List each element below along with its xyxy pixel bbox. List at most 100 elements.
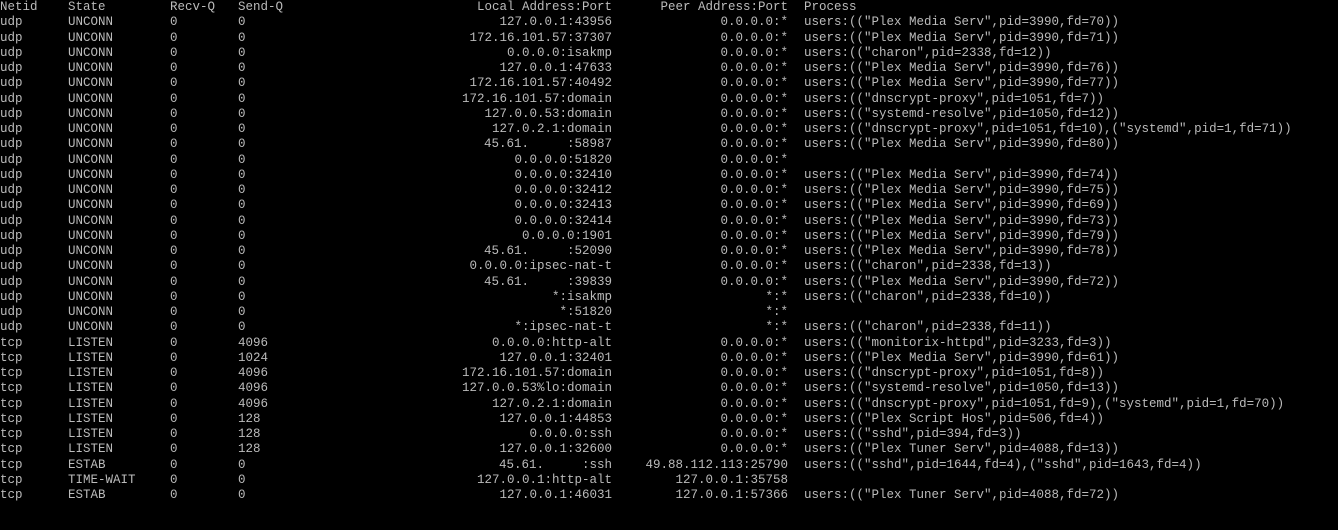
cell-peer-address: 0.0.0.0:* — [628, 214, 804, 229]
cell-peer-address: 0.0.0.0:* — [628, 137, 804, 152]
cell-netid: udp — [0, 259, 68, 274]
cell-process: users:(("Plex Media Serv",pid=3990,fd=72… — [804, 275, 1119, 290]
cell-netid: udp — [0, 46, 68, 61]
cell-sendq: 0 — [238, 137, 338, 152]
cell-sendq: 0 — [238, 214, 338, 229]
cell-sendq: 0 — [238, 259, 338, 274]
hdr-sendq: Send-Q — [238, 0, 338, 15]
cell-peer-address: 0.0.0.0:* — [628, 397, 804, 412]
cell-recvq: 0 — [170, 397, 238, 412]
table-row: udpUNCONN000.0.0.0:324140.0.0.0:*users:(… — [0, 214, 1338, 229]
cell-process: users:(("Plex Media Serv",pid=3990,fd=71… — [804, 31, 1119, 46]
table-row: udpUNCONN000.0.0.0:324130.0.0.0:*users:(… — [0, 198, 1338, 213]
cell-local-address: 127.0.0.1:46031 — [338, 488, 628, 503]
cell-recvq: 0 — [170, 305, 238, 320]
cell-sendq: 0 — [238, 15, 338, 30]
cell-netid: udp — [0, 320, 68, 335]
cell-sendq: 0 — [238, 168, 338, 183]
cell-local-address: 172.16.101.57:40492 — [338, 76, 628, 91]
cell-netid: tcp — [0, 381, 68, 396]
cell-sendq: 0 — [238, 153, 338, 168]
cell-local-address: 45.61.:58987 — [338, 137, 628, 152]
cell-peer-address: 0.0.0.0:* — [628, 92, 804, 107]
redacted-ip — [544, 458, 582, 469]
cell-state: LISTEN — [68, 381, 170, 396]
cell-peer-address: 0.0.0.0:* — [628, 351, 804, 366]
cell-netid: udp — [0, 275, 68, 290]
cell-sendq: 0 — [238, 473, 338, 488]
cell-process: users:(("Plex Media Serv",pid=3990,fd=61… — [804, 351, 1119, 366]
cell-peer-address: 0.0.0.0:* — [628, 412, 804, 427]
cell-state: UNCONN — [68, 46, 170, 61]
cell-state: LISTEN — [68, 351, 170, 366]
cell-local-address: 0.0.0.0:ssh — [338, 427, 628, 442]
cell-sendq: 4096 — [238, 366, 338, 381]
cell-netid: udp — [0, 107, 68, 122]
cell-state: UNCONN — [68, 259, 170, 274]
cell-peer-address: 0.0.0.0:* — [628, 442, 804, 457]
cell-sendq: 0 — [238, 305, 338, 320]
cell-state: LISTEN — [68, 336, 170, 351]
table-row: udpUNCONN0045.61.:589870.0.0.0:*users:((… — [0, 137, 1338, 152]
cell-recvq: 0 — [170, 427, 238, 442]
cell-peer-address: 0.0.0.0:* — [628, 381, 804, 396]
cell-state: LISTEN — [68, 366, 170, 381]
cell-local-address: 172.16.101.57:domain — [338, 92, 628, 107]
cell-recvq: 0 — [170, 198, 238, 213]
cell-process: users:(("Plex Media Serv",pid=3990,fd=75… — [804, 183, 1119, 198]
cell-state: UNCONN — [68, 15, 170, 30]
cell-netid: udp — [0, 61, 68, 76]
cell-local-address: 0.0.0.0:32410 — [338, 168, 628, 183]
cell-peer-address: *:* — [628, 290, 804, 305]
cell-state: UNCONN — [68, 153, 170, 168]
cell-sendq: 128 — [238, 427, 338, 442]
cell-sendq: 0 — [238, 31, 338, 46]
cell-netid: udp — [0, 168, 68, 183]
cell-netid: udp — [0, 214, 68, 229]
cell-state: UNCONN — [68, 290, 170, 305]
cell-process: users:(("sshd",pid=394,fd=3)) — [804, 427, 1022, 442]
cell-netid: udp — [0, 15, 68, 30]
cell-peer-address: 0.0.0.0:* — [628, 336, 804, 351]
cell-state: ESTAB — [68, 458, 170, 473]
cell-sendq: 0 — [238, 183, 338, 198]
table-row: udpUNCONN000.0.0.0:324100.0.0.0:*users:(… — [0, 168, 1338, 183]
cell-netid: udp — [0, 92, 68, 107]
cell-sendq: 128 — [238, 412, 338, 427]
cell-state: UNCONN — [68, 137, 170, 152]
cell-process: users:(("charon",pid=2338,fd=13)) — [804, 259, 1052, 274]
cell-recvq: 0 — [170, 92, 238, 107]
cell-process: users:(("dnscrypt-proxy",pid=1051,fd=8)) — [804, 366, 1104, 381]
cell-peer-address: 0.0.0.0:* — [628, 427, 804, 442]
cell-state: UNCONN — [68, 92, 170, 107]
cell-state: UNCONN — [68, 275, 170, 290]
cell-recvq: 0 — [170, 381, 238, 396]
cell-local-address: 127.0.2.1:domain — [338, 397, 628, 412]
cell-state: UNCONN — [68, 107, 170, 122]
cell-sendq: 4096 — [238, 336, 338, 351]
cell-sendq: 0 — [238, 488, 338, 503]
cell-netid: tcp — [0, 336, 68, 351]
cell-recvq: 0 — [170, 336, 238, 351]
table-row: udpUNCONN00*:ipsec-nat-t*:*users:(("char… — [0, 320, 1338, 335]
cell-recvq: 0 — [170, 46, 238, 61]
cell-local-address: 127.0.0.1:43956 — [338, 15, 628, 30]
table-row: tcpESTAB0045.61.:ssh49.88.112.113:25790u… — [0, 458, 1338, 473]
cell-state: LISTEN — [68, 412, 170, 427]
cell-process: users:(("dnscrypt-proxy",pid=1051,fd=7)) — [804, 92, 1104, 107]
cell-netid: tcp — [0, 458, 68, 473]
cell-peer-address: 0.0.0.0:* — [628, 229, 804, 244]
table-row: udpUNCONN000.0.0.0:isakmp0.0.0.0:*users:… — [0, 46, 1338, 61]
cell-state: UNCONN — [68, 31, 170, 46]
ss-output: NetidStateRecv-QSend-QLocal Address:Port… — [0, 0, 1338, 503]
cell-process: users:(("Plex Media Serv",pid=3990,fd=79… — [804, 229, 1119, 244]
hdr-local: Local Address:Port — [338, 0, 628, 15]
cell-sendq: 0 — [238, 290, 338, 305]
cell-recvq: 0 — [170, 229, 238, 244]
cell-local-address: 0.0.0.0:1901 — [338, 229, 628, 244]
cell-sendq: 0 — [238, 458, 338, 473]
cell-netid: tcp — [0, 366, 68, 381]
table-row: udpUNCONN00172.16.101.57:domain0.0.0.0:*… — [0, 92, 1338, 107]
cell-recvq: 0 — [170, 61, 238, 76]
cell-sendq: 0 — [238, 320, 338, 335]
